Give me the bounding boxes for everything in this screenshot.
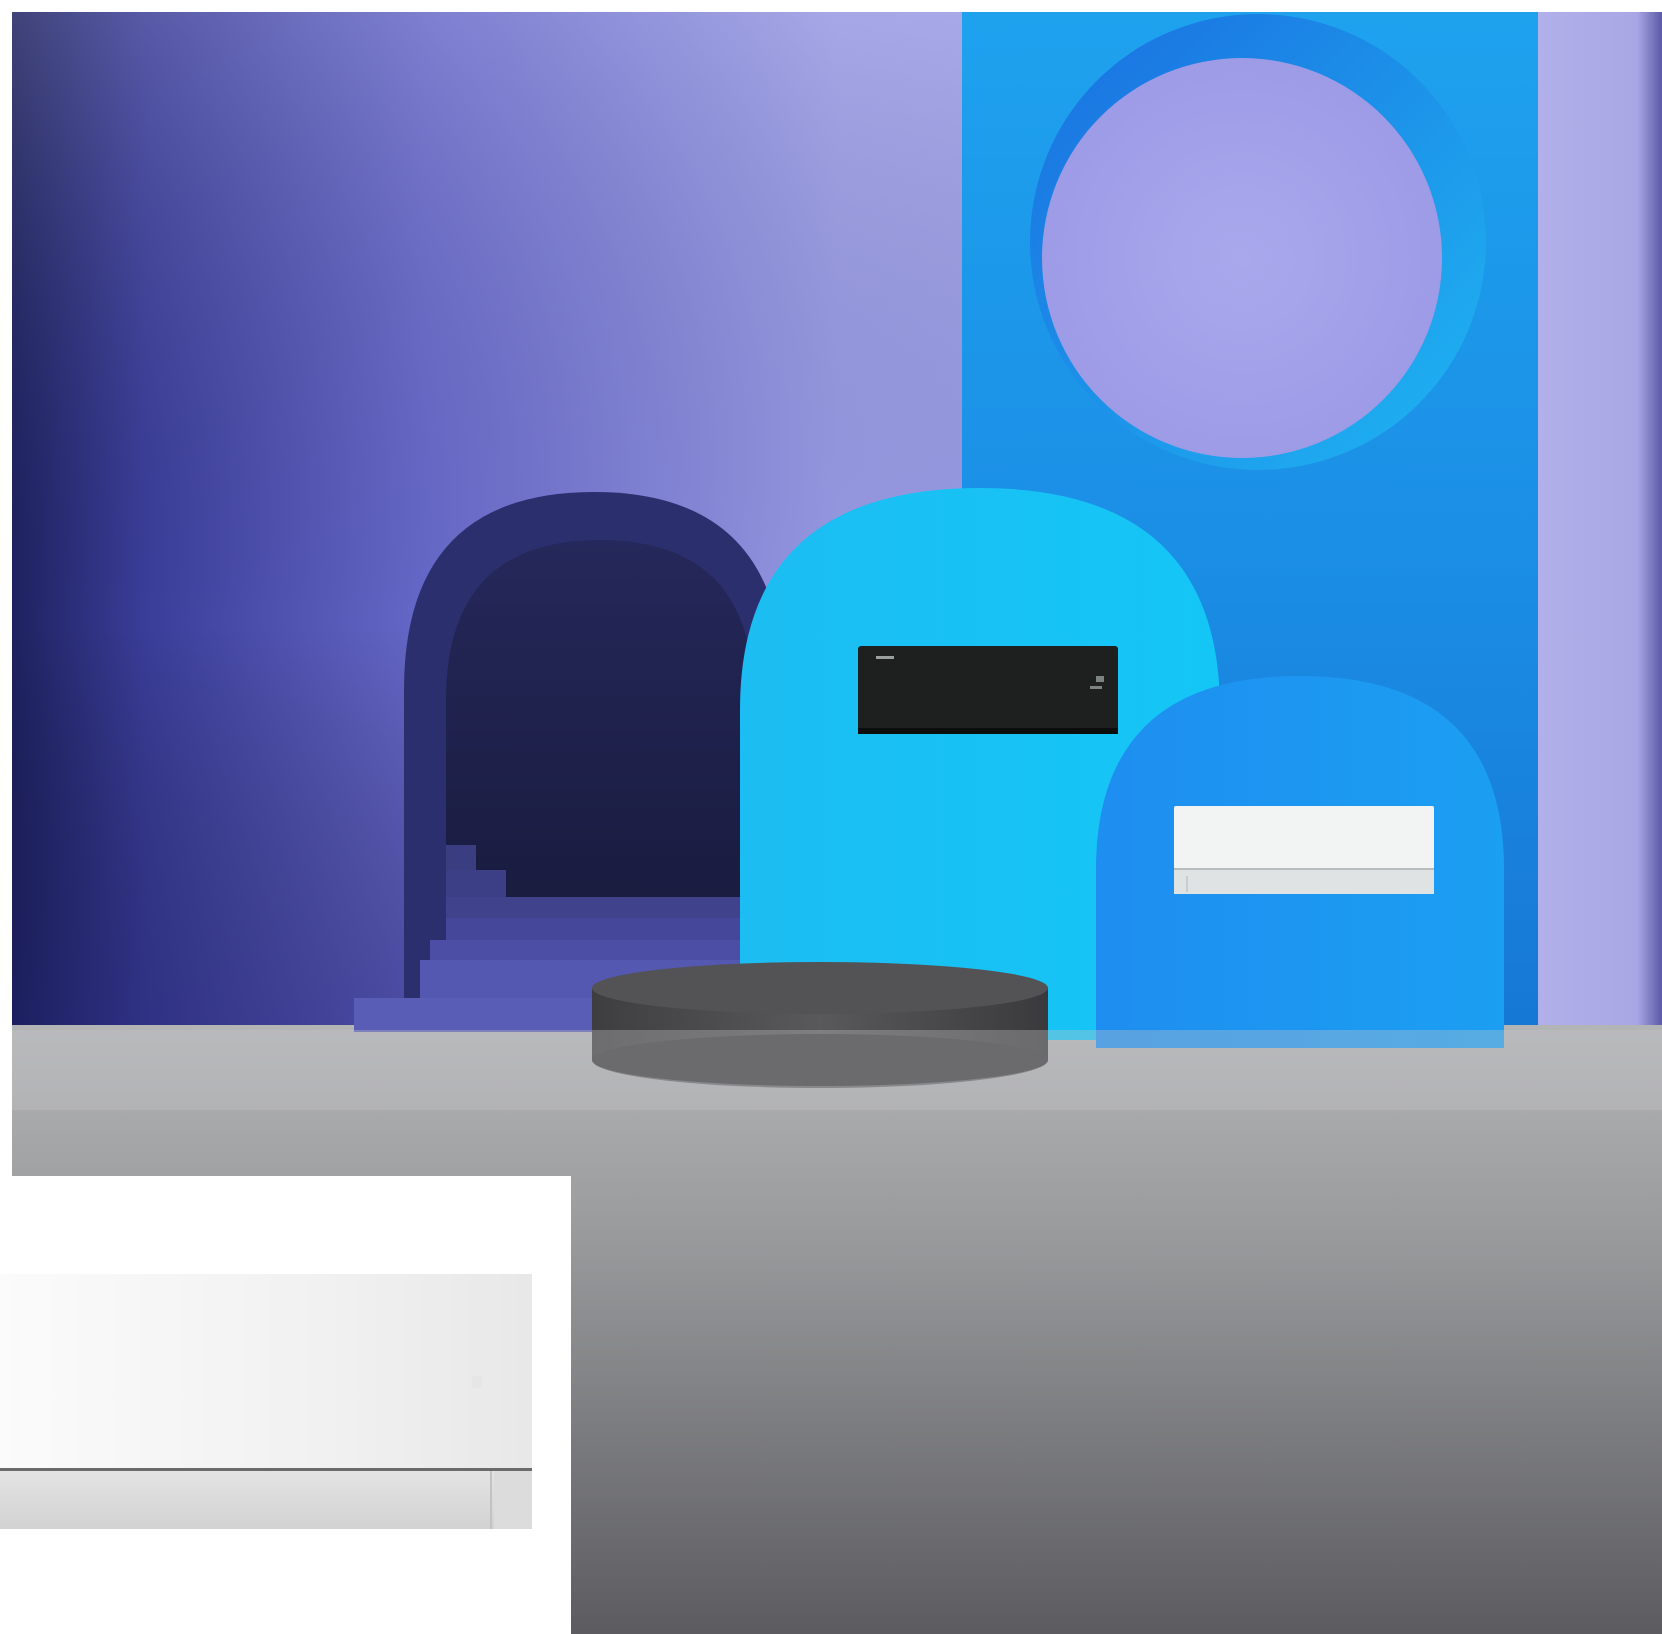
- white-air-conditioner-closeup: [0, 1176, 571, 1634]
- black-air-conditioner-unit: [858, 646, 1118, 734]
- white-air-conditioner-unit: [1174, 806, 1434, 894]
